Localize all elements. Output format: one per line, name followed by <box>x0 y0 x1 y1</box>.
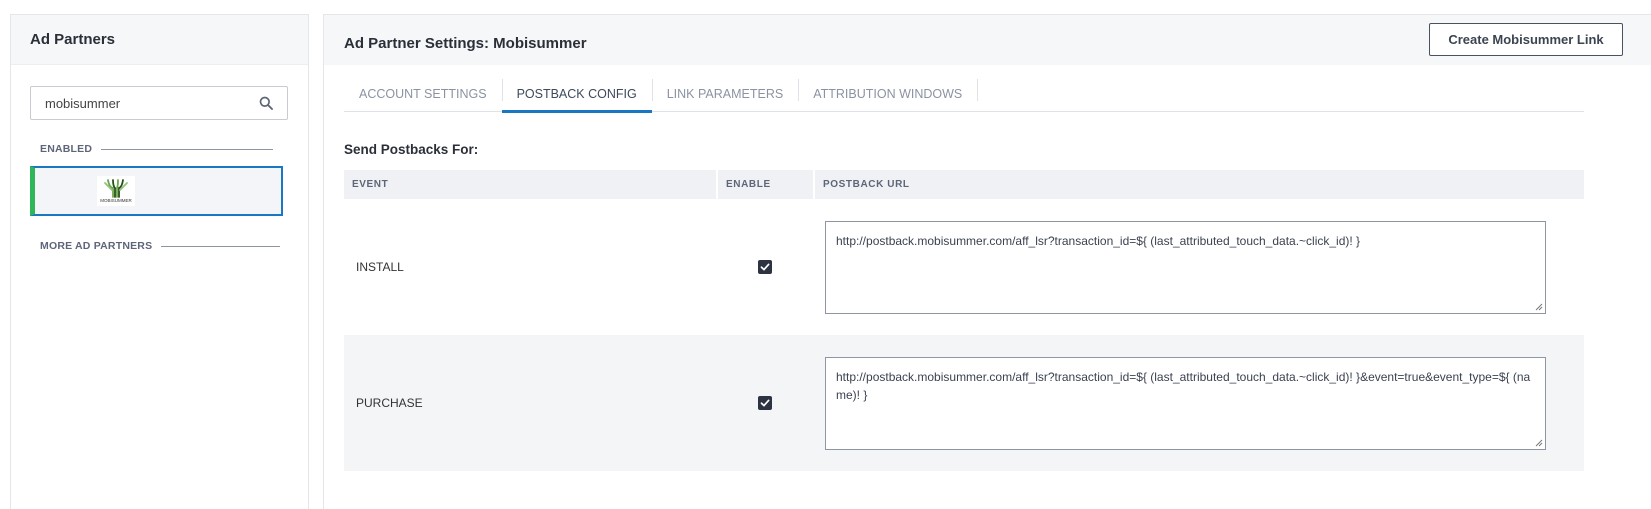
postback-url-text: http://postback.mobisummer.com/aff_lsr?t… <box>836 233 1361 248</box>
enable-checkbox[interactable] <box>757 260 772 274</box>
checkmark-icon <box>760 263 769 271</box>
url-cell: http://postback.mobisummer.com/aff_lsr?t… <box>813 220 1584 314</box>
search-icon[interactable] <box>257 94 275 112</box>
event-name: INSTALL <box>356 260 404 274</box>
ad-partners-panel: Ad Partners ENABLED MOBISUMMER <box>10 14 309 509</box>
table-row: INSTALL http://postback.mobisummer.com/a… <box>344 199 1584 335</box>
postback-url-textarea[interactable]: http://postback.mobisummer.com/aff_lsr?t… <box>825 356 1546 450</box>
header-event: EVENT <box>352 179 389 190</box>
resize-handle-icon[interactable] <box>1535 439 1543 447</box>
checkmark-icon <box>760 399 769 407</box>
header-enable: ENABLE <box>716 170 813 199</box>
table-row: PURCHASE http://postback.mobisummer.com/… <box>344 335 1584 471</box>
mobisummer-logo-icon <box>104 179 128 199</box>
postback-table: EVENT ENABLE POSTBACK URL INSTALL http:/… <box>344 170 1584 471</box>
url-cell: http://postback.mobisummer.com/aff_lsr?t… <box>813 356 1584 450</box>
ad-partners-title: Ad Partners <box>30 31 116 48</box>
partner-logo-text: MOBISUMMER <box>100 198 132 204</box>
mobisummer-logo: MOBISUMMER <box>97 176 135 206</box>
tab-link-parameters[interactable]: LINK PARAMETERS <box>651 77 798 111</box>
section-title: Send Postbacks For: <box>344 142 479 157</box>
table-header: EVENT ENABLE POSTBACK URL <box>344 170 1584 199</box>
ad-partners-header: Ad Partners <box>11 15 308 65</box>
partner-search-input[interactable] <box>45 95 257 111</box>
postback-url-textarea[interactable]: http://postback.mobisummer.com/aff_lsr?t… <box>825 220 1546 314</box>
postback-url-text: http://postback.mobisummer.com/aff_lsr?t… <box>836 369 1531 402</box>
resize-handle-icon[interactable] <box>1535 303 1543 311</box>
more-partners-label-text: MORE AD PARTNERS <box>40 240 153 252</box>
enable-cell <box>716 260 813 274</box>
enabled-section-label: ENABLED <box>40 143 274 155</box>
header-postback-url: POSTBACK URL <box>813 170 1584 199</box>
more-partners-section-label: MORE AD PARTNERS <box>40 240 281 252</box>
tab-postback-config[interactable]: POSTBACK CONFIG <box>501 77 652 113</box>
create-link-button[interactable]: Create Mobisummer Link <box>1429 23 1623 56</box>
partner-settings-panel: Ad Partner Settings: Mobisummer Create M… <box>323 14 1651 509</box>
enable-cell <box>716 396 813 410</box>
section-divider <box>101 148 274 150</box>
event-name: PURCHASE <box>356 396 423 410</box>
partner-card-mobisummer[interactable]: MOBISUMMER <box>30 166 283 216</box>
tab-attribution-windows[interactable]: ATTRIBUTION WINDOWS <box>798 77 977 111</box>
tab-account-settings[interactable]: ACCOUNT SETTINGS <box>344 77 502 111</box>
settings-tabs: ACCOUNT SETTINGS POSTBACK CONFIG LINK PA… <box>344 77 1584 113</box>
partner-search-box[interactable] <box>30 86 288 120</box>
section-divider <box>161 245 281 247</box>
enabled-label-text: ENABLED <box>40 143 93 155</box>
enable-checkbox[interactable] <box>757 396 772 410</box>
page-title: Ad Partner Settings: Mobisummer <box>344 35 587 52</box>
